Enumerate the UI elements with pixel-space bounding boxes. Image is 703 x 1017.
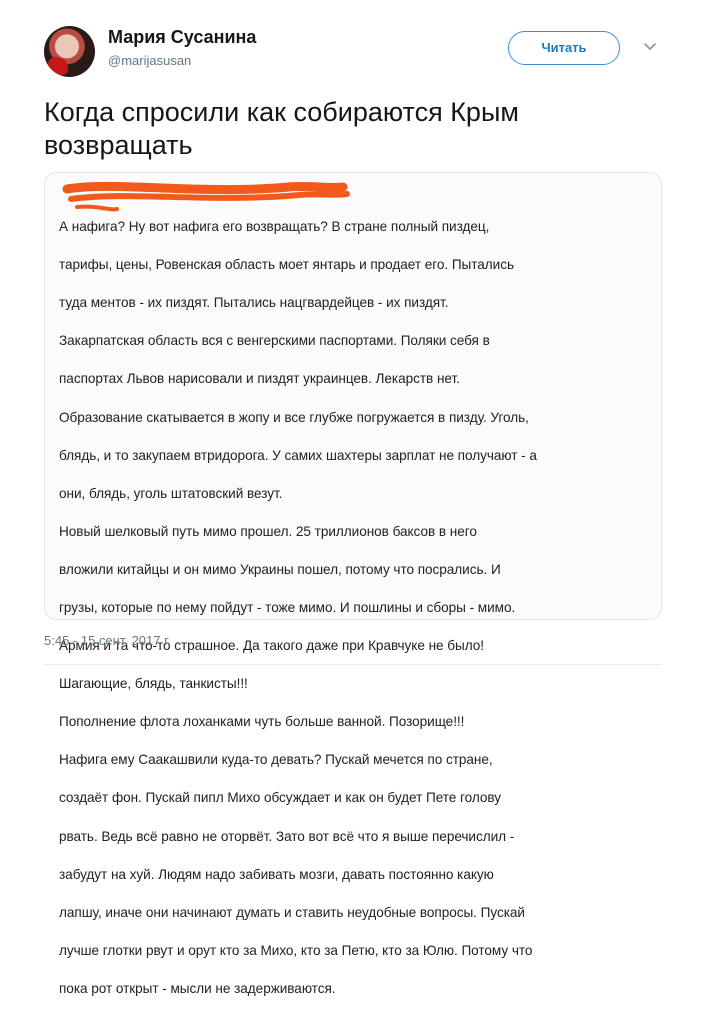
author-name[interactable]: Мария Сусанина (108, 27, 256, 48)
tweet-timestamp[interactable]: 5:45 - 15 сент. 2017 г. (44, 633, 171, 648)
image-text-line: блядь, и то закупаем втридорога. У самих… (59, 447, 537, 463)
image-text-line: тарифы, цены, Ровенская область моет янт… (59, 257, 514, 273)
tweet-header: Мария Сусанина @marijasusan Читать (0, 0, 703, 90)
image-text-line: пока рот открыт - мысли не задерживаются… (59, 980, 336, 996)
image-text-line: Образование скатывается в жопу и все глу… (59, 409, 529, 425)
image-text-line: туда ментов - их пиздят. Пытались нацгва… (59, 295, 449, 311)
image-text-line: лапшу, иначе они начинают думать и стави… (59, 904, 525, 920)
image-text-line: лучше глотки рвут и орут кто за Михо, кт… (59, 942, 533, 958)
image-text-line: Нафига ему Саакашвили куда-то девать? Пу… (59, 752, 493, 768)
chevron-down-icon[interactable] (642, 38, 658, 54)
image-text-line: Пополнение флота лоханками чуть больше в… (59, 714, 465, 730)
image-text-line: Закарпатская область вся с венгерскими п… (59, 333, 490, 349)
image-text-line: Новый шелковый путь мимо прошел. 25 трил… (59, 523, 477, 539)
divider (44, 664, 662, 665)
image-text: А нафига? Ну вот нафига его возвращать? … (59, 198, 649, 1017)
avatar[interactable] (44, 26, 95, 77)
image-text-line: Шагающие, блядь, танкисты!!! (59, 676, 248, 692)
author-handle[interactable]: @marijasusan (108, 53, 191, 68)
image-text-line: забудут на хуй. Людям надо забивать мозг… (59, 866, 494, 882)
image-text-line: А нафига? Ну вот нафига его возвращать? … (59, 219, 490, 235)
tweet-text: Когда спросили как собираются Крым возвр… (44, 97, 519, 160)
image-text-line: вложили китайцы и он мимо Украины пошел,… (59, 561, 501, 577)
image-text-line: паспортах Львов нарисовали и пиздят укра… (59, 371, 460, 387)
image-text-line: грузы, которые по нему пойдут - тоже мим… (59, 599, 516, 615)
image-text-line: создаёт фон. Пускай пипл Михо обсуждает … (59, 790, 501, 806)
image-text-line: они, блядь, уголь штатовский везут. (59, 485, 283, 501)
image-text-line: рвать. Ведь всё равно не оторвёт. Зато в… (59, 828, 515, 844)
follow-button[interactable]: Читать (508, 31, 620, 65)
